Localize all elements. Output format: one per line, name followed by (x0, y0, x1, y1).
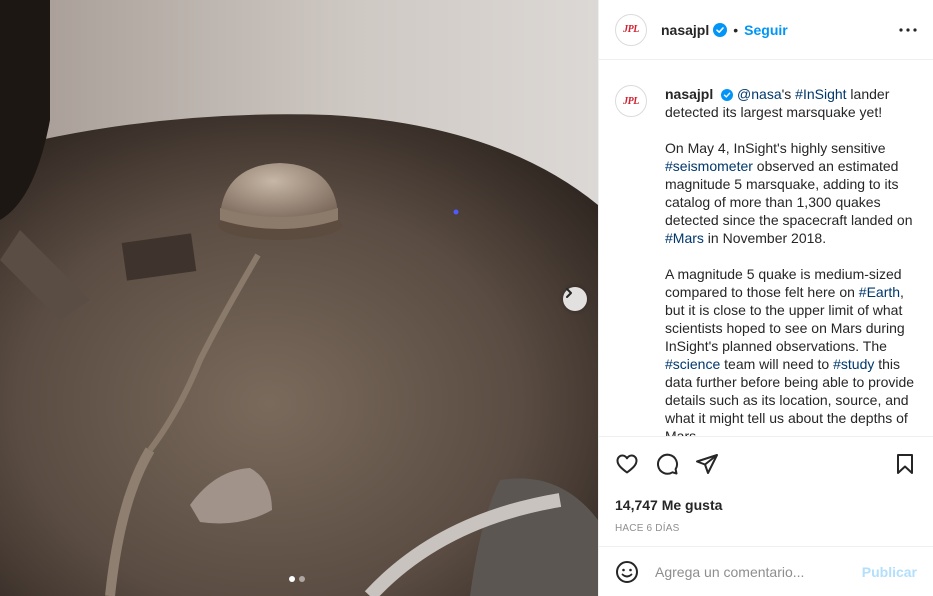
caption-text-fragment: team will need to (720, 356, 834, 372)
post-header: JPL nasajpl • Seguir (599, 0, 933, 60)
avatar[interactable]: JPL (615, 13, 647, 46)
publish-button[interactable]: Publicar (862, 564, 917, 580)
verified-badge-icon (713, 22, 728, 37)
verified-badge-icon (721, 89, 734, 101)
caption-username[interactable]: nasajpl (665, 86, 713, 102)
post-media (0, 0, 598, 596)
caption-row: JPL nasajpl @nasa's #InSight lander dete… (615, 85, 917, 436)
caption-text-fragment: in November 2018. (703, 230, 827, 246)
jpl-logo: JPL (623, 24, 639, 35)
caption-text-fragment: 's (781, 86, 796, 102)
hashtag-link[interactable]: #Mars (665, 230, 704, 246)
username[interactable]: nasajpl (661, 22, 709, 38)
follow-button[interactable]: Seguir (744, 22, 788, 38)
post-side-panel: JPL nasajpl • Seguir JPL nasajpl @nasa's… (598, 0, 933, 596)
caption-scroll-area[interactable]: JPL nasajpl @nasa's #InSight lander dete… (599, 61, 933, 436)
hashtag-link[interactable]: #seismometer (665, 158, 753, 174)
more-options-icon[interactable] (899, 27, 917, 32)
caption-text-fragment: On May 4, InSight's highly sensitive (665, 140, 886, 156)
caption-avatar[interactable]: JPL (615, 85, 647, 117)
comment-input[interactable] (655, 563, 862, 580)
jpl-logo: JPL (623, 95, 639, 107)
heart-icon[interactable] (615, 452, 639, 476)
carousel-next-button[interactable] (563, 287, 587, 311)
action-icon-row (615, 449, 917, 479)
hashtag-link[interactable]: #InSight (795, 86, 846, 102)
carousel-indicator (289, 576, 305, 582)
bookmark-icon[interactable] (893, 452, 917, 476)
carousel-dot-active (289, 576, 295, 582)
hashtag-link[interactable]: #study (833, 356, 874, 372)
smiley-icon[interactable] (615, 560, 639, 584)
separator: • (733, 21, 739, 38)
like-count[interactable]: 14,747 Me gusta (615, 497, 917, 513)
comment-bubble-icon[interactable] (655, 452, 679, 476)
hashtag-link[interactable]: #science (665, 356, 720, 372)
post-actions: 14,747 Me gusta Hace 6 días (599, 436, 933, 534)
mars-insight-photo (0, 0, 598, 596)
carousel-dot (299, 576, 305, 582)
caption-text: nasajpl @nasa's #InSight lander detected… (665, 85, 917, 436)
post-timestamp[interactable]: Hace 6 días (615, 523, 917, 534)
mention-link[interactable]: @nasa (737, 86, 782, 102)
comment-bar: Publicar (599, 546, 933, 596)
paper-plane-icon[interactable] (695, 452, 719, 476)
hashtag-link[interactable]: #Earth (859, 284, 900, 300)
